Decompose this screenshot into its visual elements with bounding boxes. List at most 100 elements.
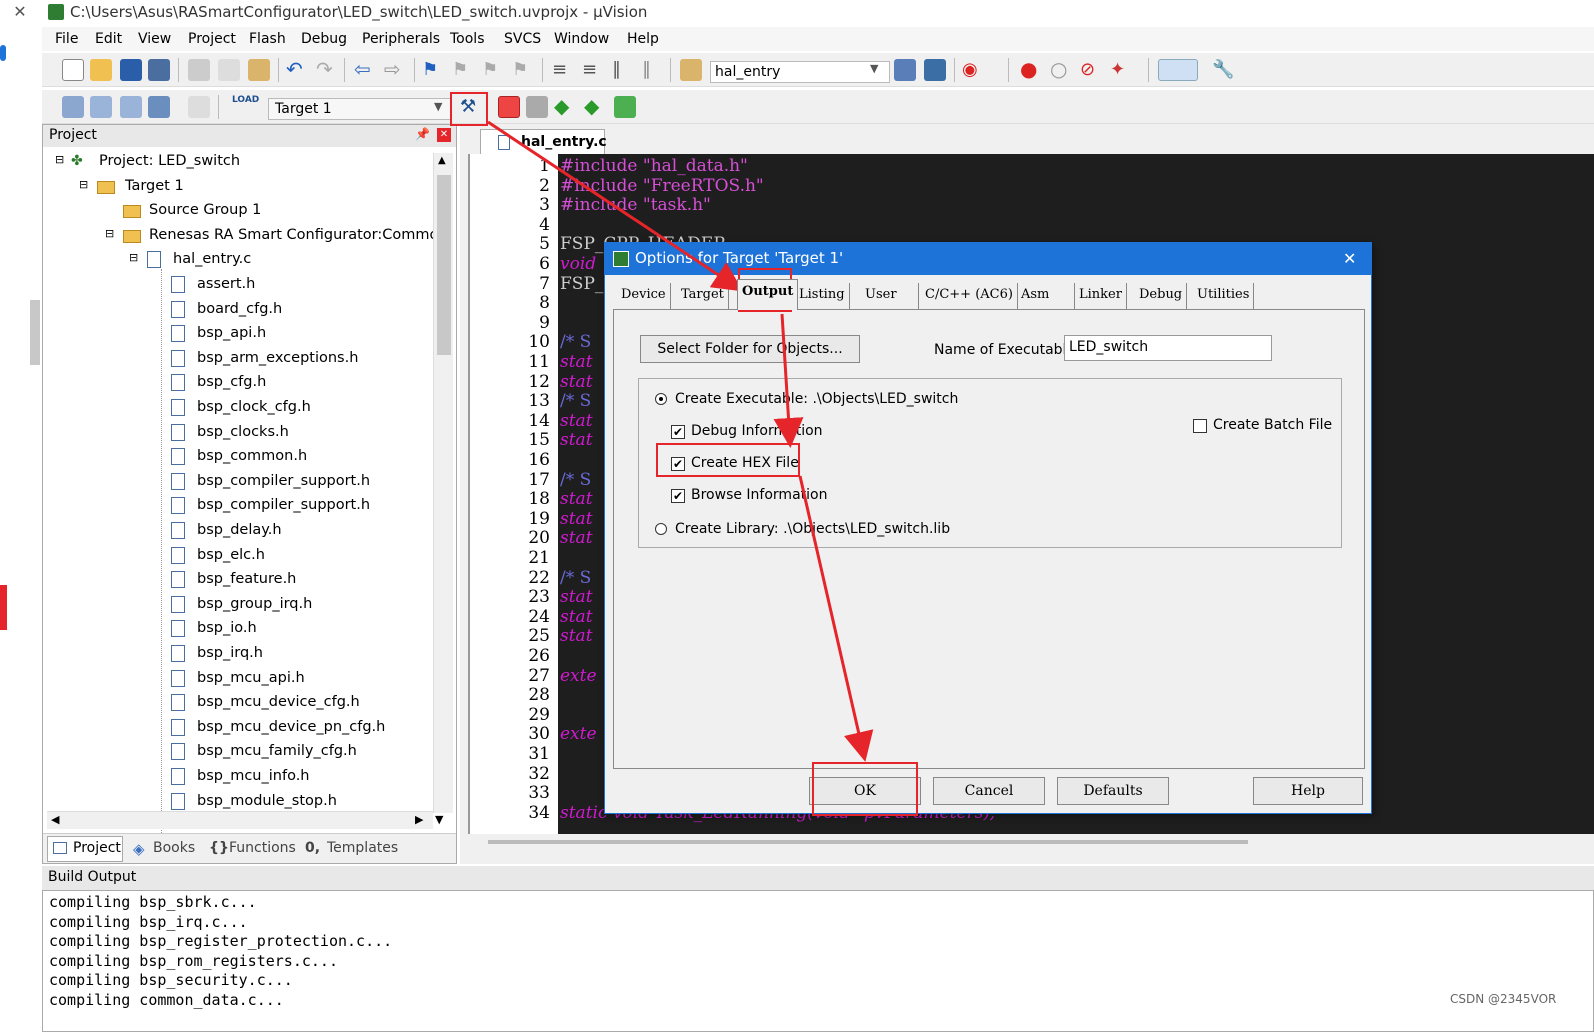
undo-icon[interactable]: ↶ <box>286 59 308 81</box>
kill-breakpoints-icon[interactable]: ⊘ <box>1080 59 1102 81</box>
tree-header-file[interactable]: bsp_mcu_api.h <box>197 670 305 686</box>
tree-header-file[interactable]: bsp_clocks.h <box>197 424 289 440</box>
menu-window[interactable]: Window <box>554 31 609 47</box>
cut-icon[interactable] <box>188 59 210 81</box>
tab-user[interactable]: User <box>861 283 919 309</box>
tree-header-file[interactable]: bsp_common.h <box>197 448 307 464</box>
menu-view[interactable]: View <box>138 31 171 47</box>
nav-forward-icon[interactable]: ⇨ <box>384 59 406 81</box>
comment-icon[interactable]: ∥ <box>612 59 634 81</box>
build-icon[interactable] <box>90 96 112 118</box>
create-batch-file-checkbox[interactable] <box>1193 419 1207 433</box>
rebuild-icon[interactable] <box>120 96 142 118</box>
stop-build-icon[interactable] <box>188 96 210 118</box>
tree-header-file[interactable]: bsp_group_irq.h <box>197 596 312 612</box>
tab-asm[interactable]: Asm <box>1017 283 1075 309</box>
rte-icon[interactable]: ◆ <box>554 96 576 118</box>
close-side-button[interactable]: ✕ <box>0 0 40 25</box>
chevron-down-icon[interactable]: ▼ <box>434 100 442 113</box>
tree-hal-entry[interactable]: hal_entry.c <box>173 251 251 267</box>
tree-target[interactable]: Target 1 <box>125 178 184 194</box>
menu-edit[interactable]: Edit <box>95 31 122 47</box>
batch-build-icon[interactable] <box>148 96 170 118</box>
tree-header-file[interactable]: bsp_feature.h <box>197 571 296 587</box>
new-file-icon[interactable] <box>62 59 84 81</box>
tree-header-file[interactable]: bsp_clock_cfg.h <box>197 399 311 415</box>
function-combo[interactable]: hal_entry <box>710 61 890 83</box>
help-button[interactable]: Help <box>1253 777 1363 805</box>
pin-icon[interactable]: 📌 <box>415 127 430 141</box>
open-folder-icon[interactable] <box>90 59 112 81</box>
tab-output[interactable]: Output <box>737 279 799 310</box>
tab-linker[interactable]: Linker <box>1075 283 1127 309</box>
menu-file[interactable]: File <box>55 31 78 47</box>
ra-configurator-icon[interactable] <box>614 96 636 118</box>
tree-header-file[interactable]: bsp_module_stop.h <box>197 793 337 809</box>
tree-header-file[interactable]: bsp_irq.h <box>197 645 263 661</box>
tree-header-file[interactable]: bsp_cfg.h <box>197 374 266 390</box>
tab-listing[interactable]: Listing <box>795 283 850 309</box>
menu-debug[interactable]: Debug <box>301 31 347 47</box>
nav-back-icon[interactable]: ⇦ <box>354 59 376 81</box>
bookmark-icon[interactable]: ⚑ <box>422 59 444 81</box>
tree-header-file[interactable]: bsp_mcu_family_cfg.h <box>197 743 357 759</box>
tree-header-file[interactable]: assert.h <box>197 276 255 292</box>
tree-source-group[interactable]: Source Group 1 <box>149 202 261 218</box>
menu-flash[interactable]: Flash <box>249 31 286 47</box>
indent-icon[interactable]: ≡ <box>552 59 574 81</box>
manage-components-icon[interactable] <box>498 96 520 118</box>
find-in-files-icon[interactable] <box>680 59 702 81</box>
dialog-close-icon[interactable]: ✕ <box>1343 249 1356 268</box>
tree-header-file[interactable]: bsp_arm_exceptions.h <box>197 350 358 366</box>
browse-information-checkbox[interactable]: ✔ <box>671 489 685 503</box>
tab-utilities[interactable]: Utilities <box>1193 283 1255 309</box>
translate-icon[interactable] <box>62 96 84 118</box>
menu-svcs[interactable]: SVCS <box>504 31 541 47</box>
tree-header-file[interactable]: bsp_mcu_device_cfg.h <box>197 694 360 710</box>
paste-icon[interactable] <box>248 59 270 81</box>
load-icon[interactable]: LOAD <box>232 95 259 105</box>
defaults-button[interactable]: Defaults <box>1057 777 1169 805</box>
chevron-down-icon[interactable]: ▼ <box>870 62 888 82</box>
menu-project[interactable]: Project <box>188 31 236 47</box>
tree-renesas-group[interactable]: Renesas RA Smart Configurator:Common S <box>149 227 433 243</box>
tree-header-file[interactable]: board_cfg.h <box>197 301 282 317</box>
tree-header-file[interactable]: bsp_mcu_info.h <box>197 768 310 784</box>
editor-hscrollbar[interactable] <box>488 840 1248 844</box>
pack-installer-icon[interactable]: ◆ <box>584 96 606 118</box>
tree-hscrollbar[interactable]: ◀ ▶ <box>47 811 433 829</box>
menu-help[interactable]: Help <box>627 31 659 47</box>
menu-tools[interactable]: Tools <box>450 31 485 47</box>
menu-peripherals[interactable]: Peripherals <box>362 31 440 47</box>
breakpoint-icon[interactable]: ● <box>1020 59 1042 81</box>
tree-scrollbar[interactable]: ▲ <box>433 153 453 813</box>
create-executable-radio[interactable] <box>655 393 667 405</box>
tree-header-file[interactable]: bsp_io.h <box>197 620 257 636</box>
tree-header-file[interactable]: bsp_mcu_device_pn_cfg.h <box>197 719 385 735</box>
clear-bookmarks-icon[interactable]: ⚑ <box>512 59 534 81</box>
tab-cpp[interactable]: C/C++ (AC6) <box>921 283 1018 309</box>
tab-project[interactable]: Project <box>73 840 121 856</box>
target-select[interactable]: Target 1 <box>268 98 452 120</box>
disable-breakpoint-icon[interactable]: ○ <box>1050 59 1072 81</box>
create-library-radio[interactable] <box>655 523 667 535</box>
tree-project-root[interactable]: Project: LED_switch <box>99 153 240 169</box>
scroll-down-icon[interactable]: ▼ <box>435 813 443 826</box>
tab-templates[interactable]: Templates <box>327 840 398 856</box>
executable-name-input[interactable]: LED_switch <box>1064 335 1272 361</box>
incremental-find-icon[interactable] <box>894 59 916 81</box>
redo-icon[interactable]: ↷ <box>316 59 338 81</box>
tab-target[interactable]: Target <box>677 283 729 309</box>
close-icon[interactable]: ✕ <box>437 128 451 142</box>
tab-books[interactable]: Books <box>153 840 195 856</box>
tab-functions[interactable]: Functions <box>229 840 296 856</box>
debug-session-icon[interactable]: ◉ <box>962 59 984 81</box>
save-icon[interactable] <box>120 59 142 81</box>
config-icon[interactable]: ✦ <box>1110 59 1132 81</box>
copy-icon[interactable] <box>218 59 240 81</box>
unindent-icon[interactable]: ≡ <box>582 59 604 81</box>
tree-header-file[interactable]: bsp_api.h <box>197 325 266 341</box>
uncomment-icon[interactable]: ∥ <box>642 59 664 81</box>
select-folder-button[interactable]: Select Folder for Objects... <box>640 335 860 363</box>
debug-information-checkbox[interactable]: ✔ <box>671 425 685 439</box>
